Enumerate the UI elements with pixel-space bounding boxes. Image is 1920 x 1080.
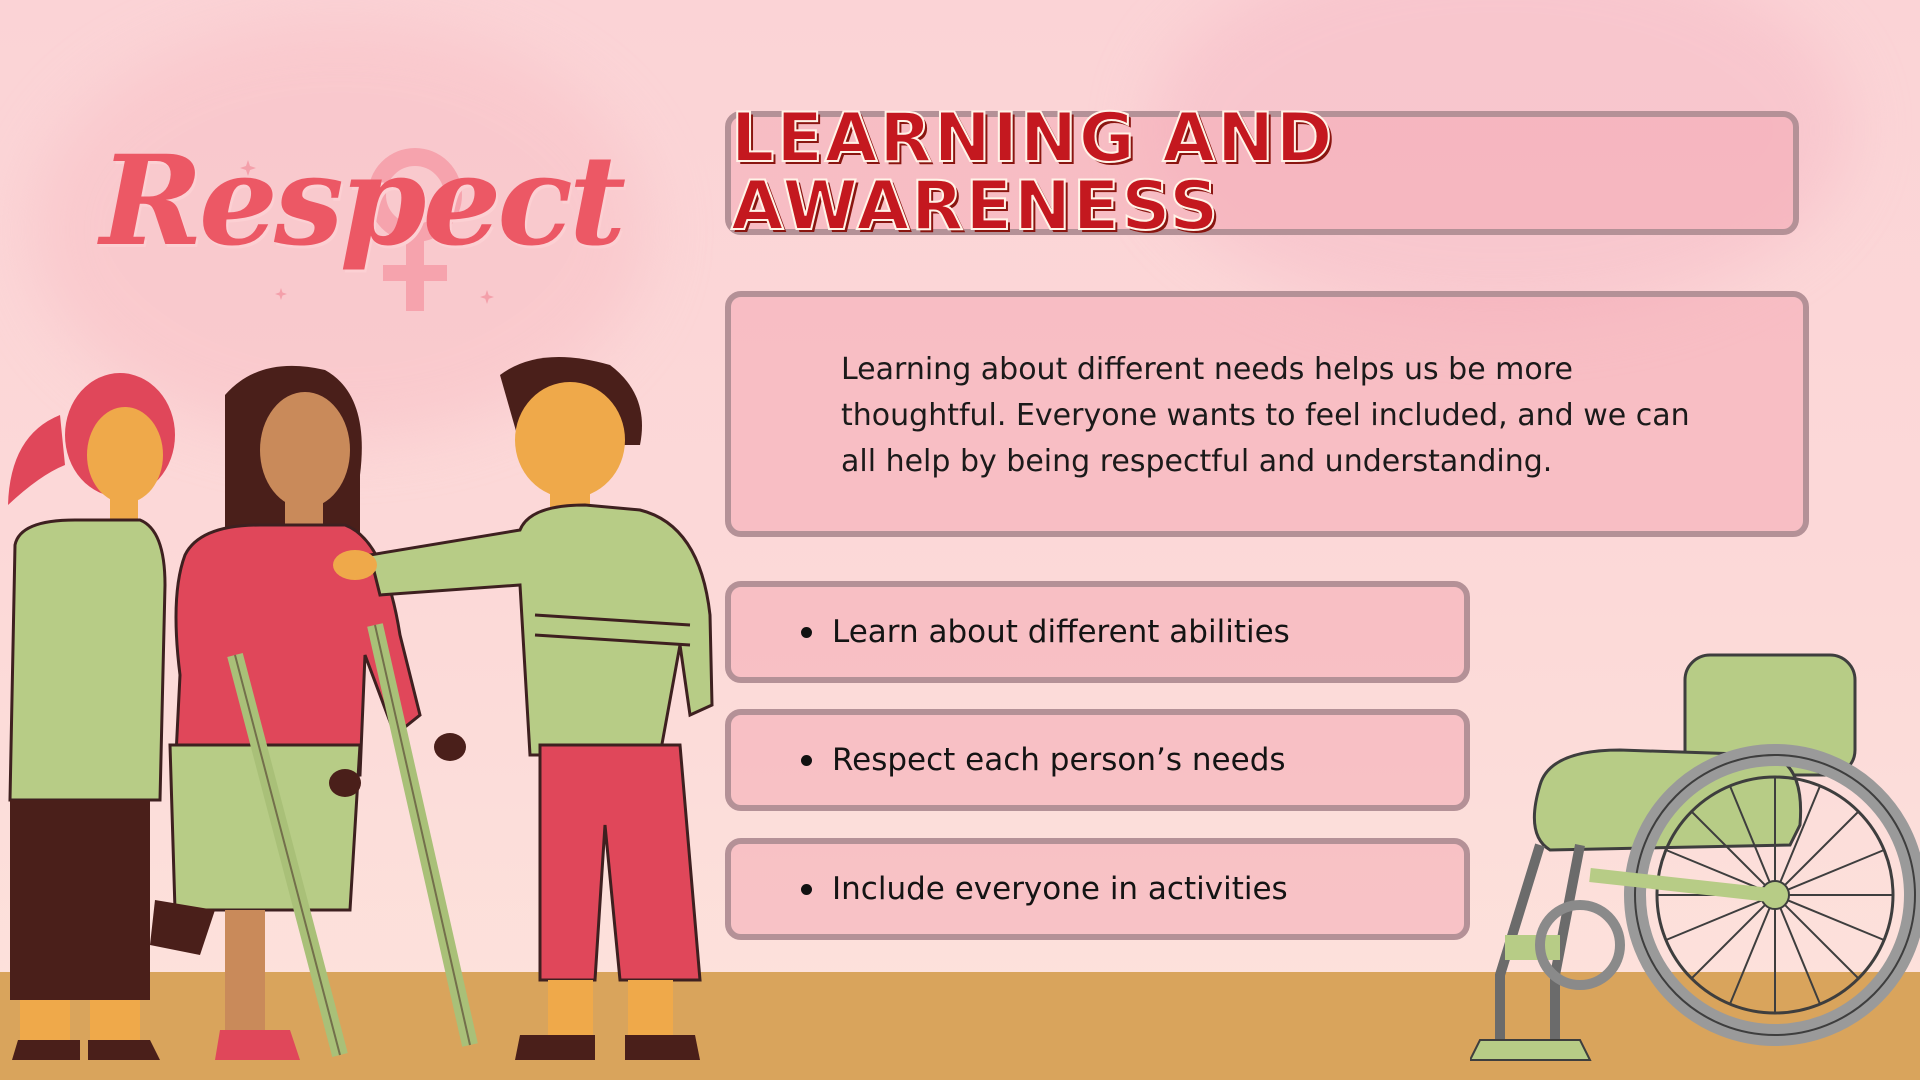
girl-with-crutches bbox=[150, 365, 478, 1060]
girl-helper bbox=[8, 373, 175, 1060]
respect-logo: Respect bbox=[100, 140, 626, 340]
description-text: Learning about different needs helps us … bbox=[841, 352, 1690, 479]
slide-title: LEARNING AND AWARENESS bbox=[730, 99, 1335, 246]
bullet-dot-icon bbox=[801, 626, 812, 638]
bullet-text: Learn about different abilities bbox=[832, 614, 1290, 650]
wheelchair-icon bbox=[1470, 653, 1920, 1061]
logo-text: Respect bbox=[100, 129, 626, 274]
bullet-item: Learn about different abilities bbox=[725, 581, 1470, 683]
bullet-item: Include everyone in activities bbox=[725, 838, 1470, 940]
sparkle-icon bbox=[240, 160, 256, 176]
title-panel: LEARNING AND AWARENESS bbox=[725, 104, 1799, 242]
sparkle-icon bbox=[480, 290, 494, 304]
slide: Respect LEARNING AND AWARENESS Learning … bbox=[0, 0, 1920, 1080]
bullet-dot-icon bbox=[801, 754, 812, 766]
description-panel: Learning about different needs helps us … bbox=[725, 291, 1809, 537]
bullet-text: Respect each person’s needs bbox=[832, 742, 1286, 778]
sparkle-icon bbox=[275, 288, 287, 300]
bullet-item: Respect each person’s needs bbox=[725, 709, 1470, 811]
bullet-text: Include everyone in activities bbox=[832, 871, 1288, 907]
bullet-dot-icon bbox=[801, 883, 812, 895]
people-illustration bbox=[8, 357, 714, 1060]
